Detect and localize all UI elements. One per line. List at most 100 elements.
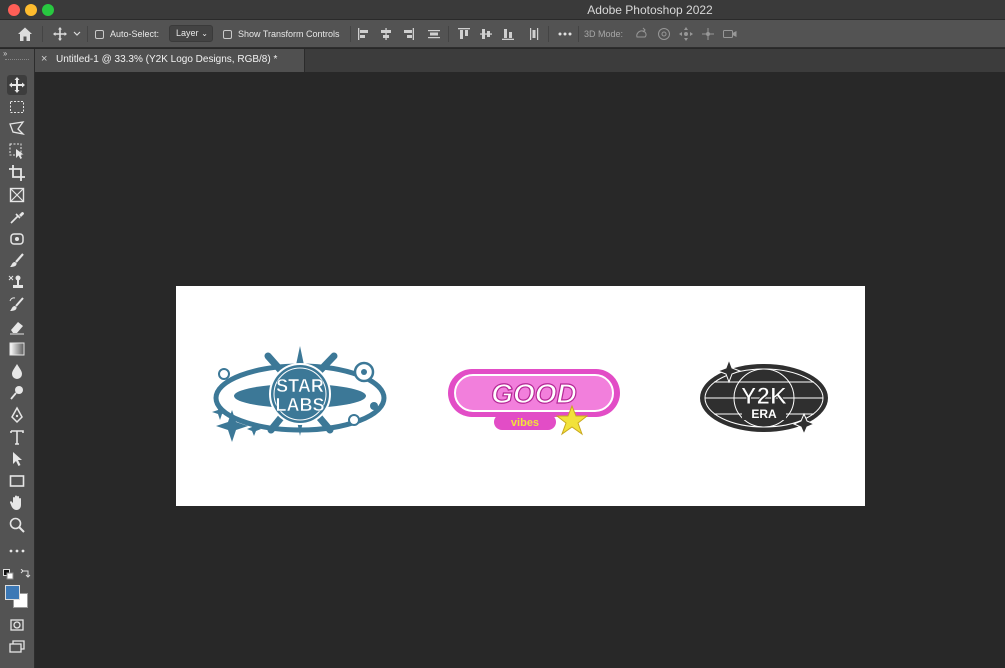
move-tool-preset-icon[interactable] [52,26,68,42]
healing-brush-icon [10,233,24,245]
crop-icon [9,165,25,181]
hand-icon [9,495,21,510]
object-selection-icon [9,143,24,159]
object-selection-tool[interactable] [7,141,27,161]
rectangle-icon [9,475,25,487]
auto-select-target-dropdown[interactable]: Layer ⌄ [169,25,213,42]
show-transform-label: Show Transform Controls [238,29,340,39]
eraser-tool[interactable] [7,317,27,337]
rectangular-marquee-icon [10,101,24,113]
align-bottom-icon[interactable] [500,26,516,42]
path-selection-icon [13,452,22,466]
document-tab[interactable]: × Untitled-1 @ 33.3% (Y2K Logo Designs, … [35,49,305,72]
type-icon [10,430,24,445]
brush-icon [10,253,24,267]
align-left-icon[interactable] [356,26,372,42]
spot-healing-tool[interactable] [7,229,27,249]
clone-stamp-tool[interactable] [7,273,27,293]
app-title: Adobe Photoshop 2022 [587,3,713,17]
blur-drop-icon [12,364,22,379]
pen-tool[interactable] [7,405,27,425]
align-horizontal-center-icon[interactable] [378,26,394,42]
zoom-icon [9,517,25,533]
more-tools[interactable] [7,541,27,561]
good-sub-text: vibes [511,417,539,429]
align-top-icon[interactable] [456,26,472,42]
polygonal-lasso-icon [9,121,25,136]
default-colors-icon[interactable] [3,569,15,581]
quick-mask-icon [10,619,24,631]
y2k-main-text: Y2K [741,383,788,410]
path-selection-tool[interactable] [7,449,27,469]
eyedropper-icon [10,212,24,224]
chevron-down-icon: ⌄ [201,29,208,38]
3d-orbit-icon[interactable] [634,26,650,42]
foreground-color-swatch[interactable] [5,585,20,600]
3d-slide-icon[interactable] [700,26,716,42]
3d-camera-icon[interactable] [722,26,738,42]
document-tab-strip: × Untitled-1 @ 33.3% (Y2K Logo Designs, … [35,49,1005,72]
move-tool[interactable] [7,75,27,95]
crop-tool[interactable] [7,163,27,183]
document-canvas[interactable]: STAR LABS GOOD vibes Y2K ERA [176,286,865,506]
auto-select-label: Auto-Select: [110,29,160,39]
home-icon[interactable] [16,25,34,43]
move-icon [9,77,25,93]
gradient-icon [9,342,25,356]
auto-select-checkbox[interactable] [95,29,104,39]
close-icon[interactable]: × [41,53,47,65]
3d-mode-label: 3D Mode: [584,29,624,39]
frame-tool[interactable] [7,185,27,205]
blur-tool[interactable] [7,361,27,381]
collapse-toolbox-icon[interactable]: ›› [3,49,7,58]
show-transform-checkbox[interactable] [223,29,232,39]
screen-mode-tool[interactable] [7,637,27,657]
marquee-tool[interactable] [7,97,27,117]
lasso-tool[interactable] [7,119,27,139]
title-bar: Adobe Photoshop 2022 [0,0,1005,20]
starlabs-logo: STAR LABS [212,346,387,442]
3d-roll-icon[interactable] [656,26,672,42]
close-window-button[interactable] [8,4,20,16]
gradient-tool[interactable] [7,339,27,359]
y2k-sub-text: ERA [751,407,777,421]
y2k-era-logo: Y2K ERA [700,358,828,436]
more-options-icon[interactable] [557,26,573,42]
zoom-tool[interactable] [7,515,27,535]
type-tool[interactable] [7,427,27,447]
history-brush-icon [9,297,24,311]
toolbox: ›› [0,49,35,668]
zoom-window-button[interactable] [42,4,54,16]
chevron-down-icon[interactable] [72,26,82,42]
eyedropper-tool[interactable] [7,207,27,227]
starlabs-line2: LABS [276,395,325,415]
toolbox-grip[interactable] [5,59,29,62]
auto-select-option[interactable]: Auto-Select: [95,20,159,48]
options-bar: Auto-Select: Layer ⌄ Show Transform Cont… [0,20,1005,48]
show-transform-option[interactable]: Show Transform Controls [223,20,340,48]
history-brush-tool[interactable] [7,295,27,315]
brush-tool[interactable] [7,251,27,271]
document-tab-title: Untitled-1 @ 33.3% (Y2K Logo Designs, RG… [56,54,278,65]
good-main-text: GOOD [491,378,577,409]
clone-stamp-icon [8,275,23,288]
frame-icon [9,187,25,203]
3d-pan-icon[interactable] [678,26,694,42]
minimize-window-button[interactable] [25,4,37,16]
starlabs-line1: STAR [276,376,324,396]
eraser-icon [10,322,24,335]
distribute-vertical-icon[interactable] [426,26,442,42]
more-tools-icon [9,549,25,553]
dodge-icon [10,386,23,400]
quick-mask-tool[interactable] [7,615,27,635]
align-right-icon[interactable] [400,26,416,42]
distribute-horizontal-icon[interactable] [526,26,542,42]
rectangle-tool[interactable] [7,471,27,491]
align-vertical-center-icon[interactable] [478,26,494,42]
pen-icon [11,406,23,424]
layer-select-value: Layer [176,28,199,38]
hand-tool[interactable] [7,493,27,513]
good-vibes-logo: GOOD vibes [448,369,620,436]
dodge-tool[interactable] [7,383,27,403]
swap-colors-icon[interactable] [19,569,31,581]
